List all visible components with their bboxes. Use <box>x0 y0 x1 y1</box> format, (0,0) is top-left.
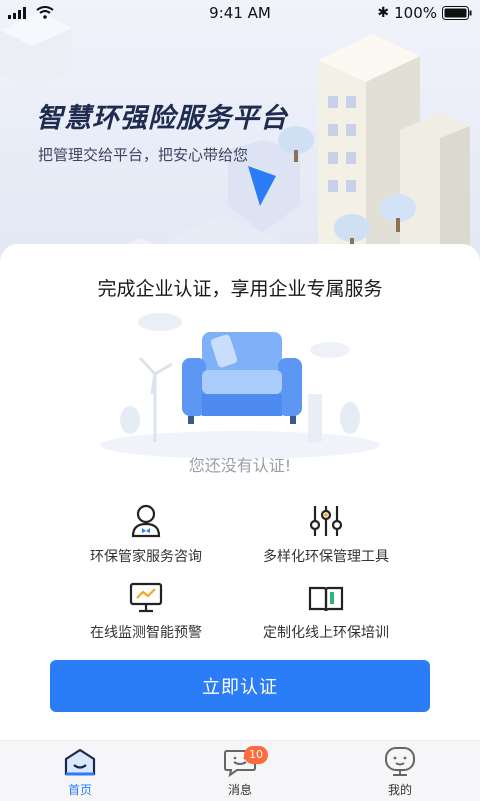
feature-label: 环保管家服务咨询 <box>90 549 202 565</box>
sliders-icon <box>309 506 343 536</box>
tab-home[interactable]: 首页 <box>30 741 130 801</box>
monitor-chart-icon <box>129 582 163 613</box>
feature-consulting: 环保管家服务咨询 <box>46 500 246 566</box>
consultant-icon <box>131 504 161 538</box>
bottom-tab-bar: 首页 10 消息 我的 <box>0 740 480 801</box>
feature-label: 多样化环保管理工具 <box>263 549 389 565</box>
home-icon <box>64 748 96 776</box>
hero-banner: 9:41 AM ✱ 100% 智慧环强险服务平台 把管理交给平台，把安心带给您 <box>0 0 480 270</box>
profile-icon <box>385 747 415 776</box>
feature-tools: 多样化环保管理工具 <box>226 500 426 566</box>
hero-subtitle: 把管理交给平台，把安心带给您 <box>38 146 249 164</box>
open-book-icon <box>308 586 344 612</box>
empty-state-text: 您还没有认证! <box>188 456 292 475</box>
feature-monitoring: 在线监测智能预警 <box>46 576 246 642</box>
bluetooth-icon: ✱ <box>377 5 390 21</box>
tab-profile[interactable]: 我的 <box>350 741 450 801</box>
tab-label: 我的 <box>387 783 412 797</box>
status-right: ✱ 100% <box>377 4 472 22</box>
unread-badge: 10 <box>244 746 268 764</box>
hero-illustration <box>0 12 470 260</box>
battery-percent: 100% <box>394 4 437 22</box>
feature-training: 定制化线上环保培训 <box>226 576 426 642</box>
battery-icon <box>442 6 472 20</box>
feature-label: 在线监测智能预警 <box>90 625 202 641</box>
certification-card: 完成企业认证，享用企业专属服务 您还没有认证! 环保管家服务咨询 多样化环保管理… <box>0 244 480 744</box>
tab-label: 消息 <box>227 783 252 797</box>
certify-now-button[interactable]: 立即认证 <box>50 660 430 712</box>
card-title: 完成企业认证，享用企业专属服务 <box>97 278 383 300</box>
empty-state-illustration <box>100 313 380 459</box>
status-bar: 9:41 AM ✱ 100% <box>0 0 480 26</box>
hero-title: 智慧环强险服务平台 <box>36 103 288 134</box>
feature-label: 定制化线上环保培训 <box>263 625 389 641</box>
tab-messages[interactable]: 10 消息 <box>190 741 290 801</box>
tab-label: 首页 <box>67 783 92 797</box>
